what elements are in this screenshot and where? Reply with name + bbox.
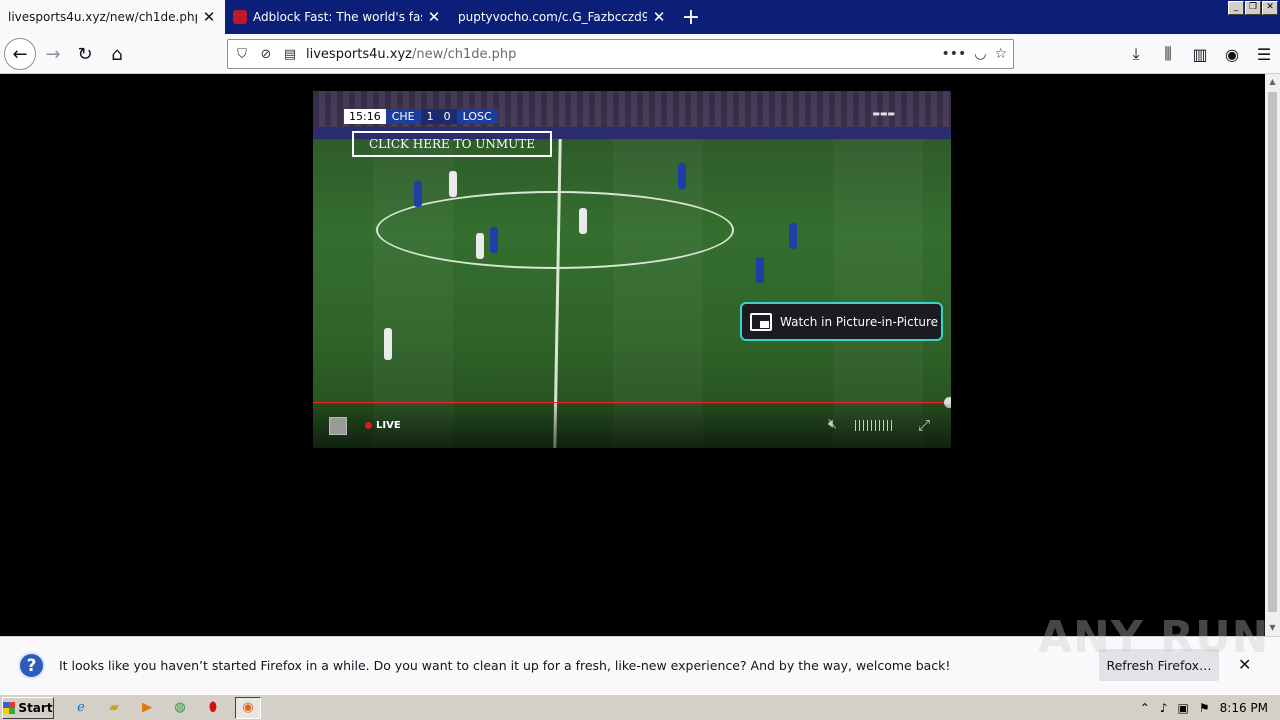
- shield-icon[interactable]: ⛉: [232, 44, 252, 64]
- player: [449, 171, 457, 197]
- tray-expand-icon[interactable]: ⌃: [1140, 701, 1150, 715]
- start-label: Start: [18, 700, 53, 715]
- navigation-toolbar: ← → ↻ ⌂ ⛉ ⊘ ▤ livesports4u.xyz/new/ch1de…: [0, 34, 1280, 74]
- scorebug: 15:16 CHE 1 0 LOSC: [344, 109, 498, 124]
- picture-in-picture-button[interactable]: Watch in Picture-in-Picture: [740, 302, 943, 341]
- pocket-icon[interactable]: ◡: [974, 46, 986, 62]
- tab-livesports[interactable]: livesports4u.xyz/new/ch1de.php ✕: [0, 0, 225, 34]
- library-icon[interactable]: ⫼: [1152, 38, 1184, 70]
- vertical-scrollbar[interactable]: ▲ ▼: [1265, 74, 1280, 636]
- volume-slider[interactable]: [855, 420, 895, 431]
- live-indicator: LIVE: [365, 420, 401, 431]
- new-tab-button[interactable]: +: [675, 0, 707, 34]
- live-label: LIVE: [376, 420, 401, 431]
- player: [756, 257, 764, 283]
- fullscreen-icon[interactable]: ⤢: [918, 416, 930, 434]
- volume-icon[interactable]: ♪: [1160, 701, 1168, 715]
- progress-bar[interactable]: [313, 397, 951, 408]
- page-info-icon[interactable]: ▤: [280, 44, 300, 64]
- picture-in-picture-icon: [750, 312, 772, 331]
- tab-title: Adblock Fast: The world's fastest: [253, 10, 422, 24]
- question-icon: ?: [18, 652, 45, 679]
- mute-icon[interactable]: 🔇︎: [828, 416, 837, 432]
- url-bar[interactable]: ⛉ ⊘ ▤ livesports4u.xyz/new/ch1de.php •••…: [227, 39, 1014, 69]
- downloads-icon[interactable]: ⤓: [1120, 38, 1152, 70]
- chrome-icon[interactable]: ◍: [169, 697, 191, 719]
- notification-message: It looks like you haven’t started Firefo…: [59, 658, 951, 673]
- windows-logo-icon: [3, 701, 16, 714]
- scrollbar-thumb[interactable]: [1268, 92, 1277, 612]
- scroll-up-icon[interactable]: ▲: [1265, 74, 1280, 90]
- account-icon[interactable]: ◉: [1216, 38, 1248, 70]
- url-host: livesports4u.xyz: [306, 46, 412, 62]
- taskbar: Start ℯ ▰ ▶ ◍ ⬮ ◉ ⌃ ♪ ▣ ⚑ 8:16 PM: [0, 694, 1280, 720]
- firefox-icon[interactable]: ◉: [235, 696, 261, 719]
- menu-icon[interactable]: ☰: [1248, 38, 1280, 70]
- home-button[interactable]: ⌂: [101, 38, 133, 70]
- sidebar-icon[interactable]: ▥: [1184, 38, 1216, 70]
- adblock-favicon-icon: [233, 10, 247, 24]
- clock[interactable]: 8:16 PM: [1220, 701, 1268, 715]
- back-button[interactable]: ←: [4, 38, 36, 70]
- maximize-button[interactable]: ❐: [1245, 1, 1261, 15]
- stop-button[interactable]: [329, 417, 347, 435]
- system-tray: ⌃ ♪ ▣ ⚑ 8:16 PM: [1132, 697, 1276, 718]
- live-dot-icon: [365, 422, 372, 429]
- home-team: CHE: [385, 109, 421, 124]
- match-score: 1 0: [420, 109, 457, 124]
- player: [476, 233, 484, 259]
- reload-button[interactable]: ↻: [69, 38, 101, 70]
- start-button[interactable]: Start: [2, 696, 54, 719]
- permissions-blocked-icon[interactable]: ⊘: [256, 44, 276, 64]
- away-score: 0: [443, 110, 451, 123]
- url-path: /new/ch1de.php: [411, 46, 517, 62]
- player: [789, 223, 797, 249]
- away-team: LOSC: [456, 109, 498, 124]
- network-icon[interactable]: ▣: [1178, 701, 1189, 715]
- minimize-button[interactable]: _: [1228, 1, 1244, 15]
- page-actions-icon[interactable]: •••: [941, 46, 966, 62]
- tab-adblock-fast[interactable]: Adblock Fast: The world's fastest ✕: [225, 0, 450, 34]
- tab-close-icon[interactable]: ✕: [651, 8, 667, 26]
- tab-title: livesports4u.xyz/new/ch1de.php: [8, 10, 197, 24]
- watermark: ANY RUN: [1038, 612, 1270, 663]
- bookmark-star-icon[interactable]: ☆: [994, 46, 1007, 62]
- forward-button[interactable]: →: [37, 38, 69, 70]
- unmute-button[interactable]: CLICK HERE TO UNMUTE: [352, 131, 552, 157]
- home-score: 1: [426, 110, 434, 123]
- centre-circle: [376, 191, 734, 269]
- player: [414, 181, 422, 207]
- window-controls: _ ❐ ✕: [1228, 1, 1278, 15]
- tab-close-icon[interactable]: ✕: [201, 8, 217, 26]
- broadcaster-logo: ▬▬▬: [872, 109, 895, 118]
- pip-label: Watch in Picture-in-Picture: [780, 314, 939, 329]
- player-controls: LIVE 🔇︎ ⤢: [313, 404, 951, 448]
- opera-icon[interactable]: ⬮: [202, 697, 224, 719]
- tab-close-icon[interactable]: ✕: [426, 8, 442, 26]
- tab-strip: livesports4u.xyz/new/ch1de.php ✕ Adblock…: [0, 0, 1280, 34]
- url-text[interactable]: livesports4u.xyz/new/ch1de.php: [306, 47, 941, 62]
- player: [384, 328, 392, 360]
- tab-title: puptyvocho.com/c.G_Fazbcczd9-kfag: [458, 10, 647, 24]
- match-clock: 15:16: [344, 109, 386, 124]
- tab-puptyvocho[interactable]: puptyvocho.com/c.G_Fazbcczd9-kfag ✕: [450, 0, 675, 34]
- player: [490, 227, 498, 253]
- internet-explorer-icon[interactable]: ℯ: [70, 697, 92, 719]
- media-player-icon[interactable]: ▶: [136, 697, 158, 719]
- close-window-button[interactable]: ✕: [1262, 1, 1278, 15]
- player: [579, 208, 587, 234]
- player: [678, 163, 686, 189]
- video-player[interactable]: 15:16 CHE 1 0 LOSC ▬▬▬ CLICK HERE TO UNM…: [313, 91, 951, 448]
- action-center-flag-icon[interactable]: ⚑: [1199, 701, 1210, 715]
- file-explorer-icon[interactable]: ▰: [103, 697, 125, 719]
